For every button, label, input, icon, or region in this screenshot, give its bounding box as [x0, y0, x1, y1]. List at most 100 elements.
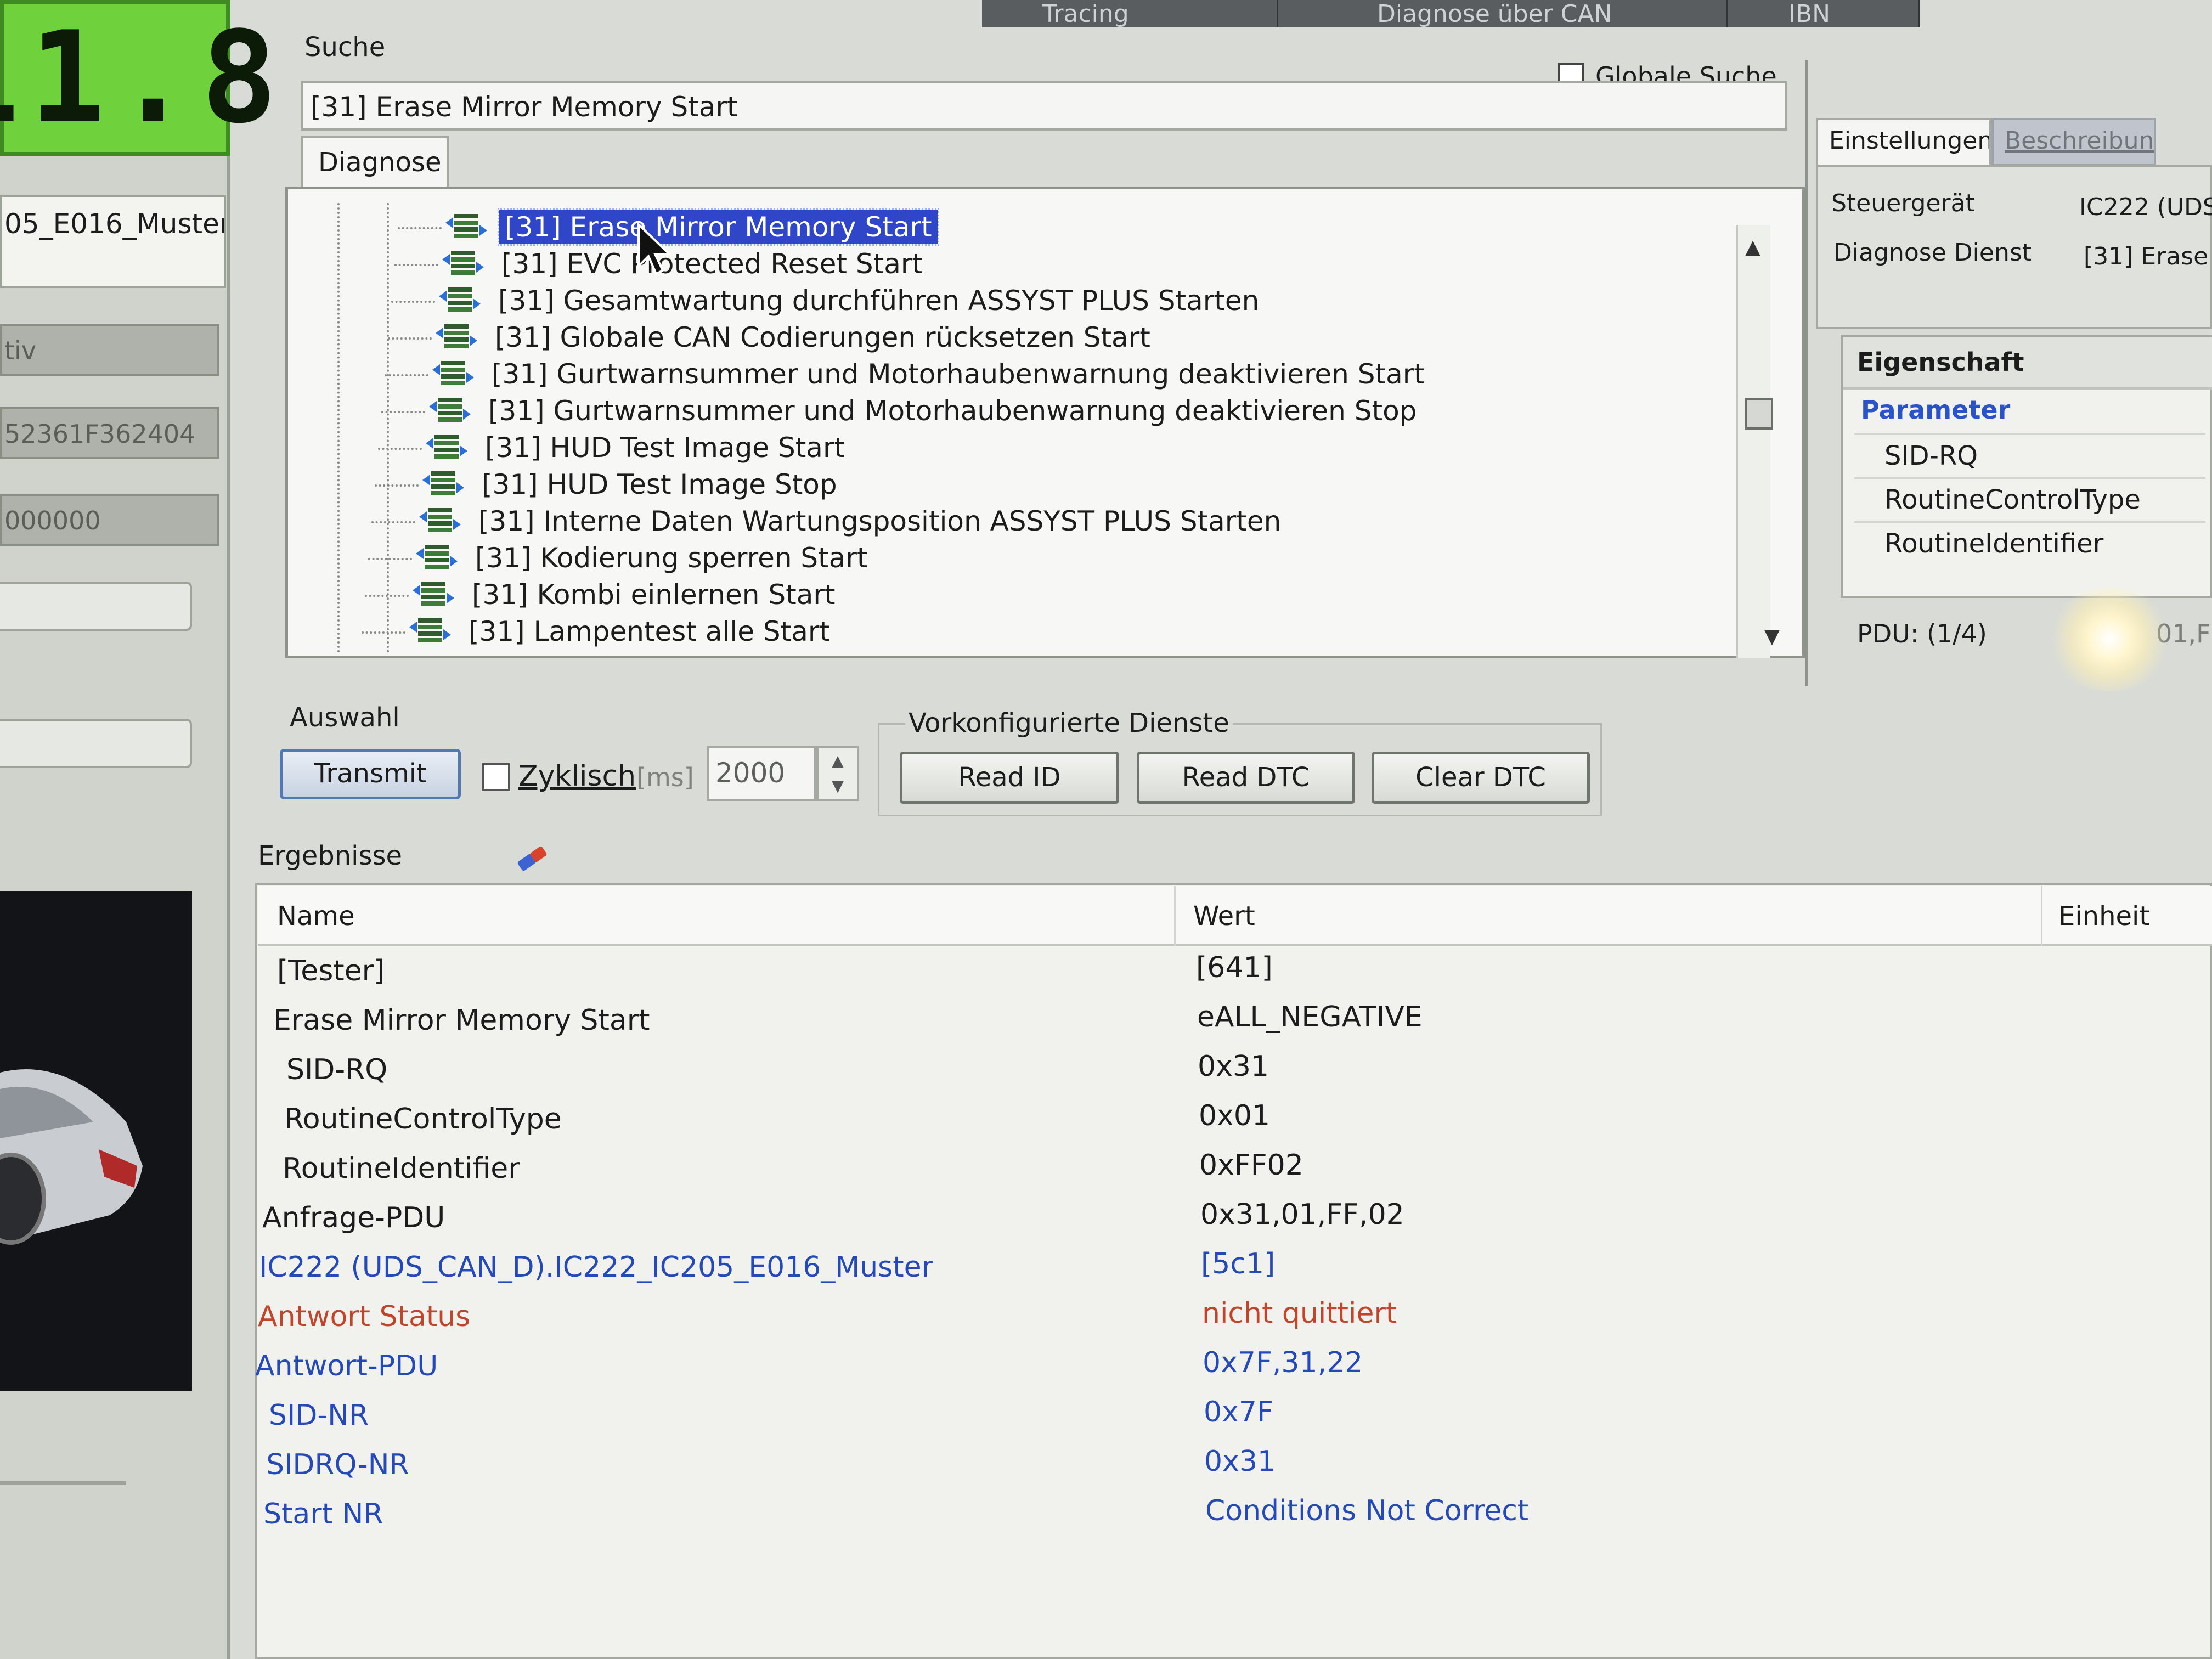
property-item[interactable]: SID-RQ [1854, 433, 2205, 477]
scroll-up-icon[interactable]: ▲ [1742, 236, 1764, 258]
setting-label-diagnose-dienst: Diagnose Dienst [1833, 239, 2032, 267]
tree-item[interactable]: [31] Gurtwarnsummer und Motorhaubenwarnu… [385, 356, 1430, 393]
left-divider [0, 1481, 126, 1485]
tab-einstellungen[interactable]: Einstellungen [1816, 118, 1991, 166]
tree-item[interactable]: [31] Globale CAN Codierungen rücksetzen … [388, 319, 1156, 356]
search-input[interactable]: [31] Erase Mirror Memory Start [301, 81, 1787, 131]
top-tab-ibn[interactable]: IBN [1728, 0, 1920, 27]
result-row-value[interactable]: Conditions Not Correct [1205, 1494, 1528, 1527]
tree-item-label: [31] HUD Test Image Start [485, 432, 845, 464]
col-header-value[interactable]: Wert [1193, 901, 1255, 932]
interval-spinner[interactable]: ▲ ▼ [816, 746, 859, 801]
col-divider[interactable] [1174, 886, 1176, 946]
tree-item-label: [31] Interne Daten Wartungsposition ASSY… [478, 505, 1282, 537]
service-icon [442, 251, 484, 275]
result-row-name[interactable]: SID-RQ [286, 1053, 387, 1086]
tree-item[interactable]: [31] Gesamtwartung durchführen ASSYST PL… [391, 282, 1265, 319]
tab-diagnose[interactable]: Diagnose [301, 136, 449, 187]
tree-item[interactable]: [31] Interne Daten Wartungsposition ASSY… [371, 503, 1286, 540]
result-row-name[interactable]: SID-NR [269, 1399, 369, 1432]
result-row-value[interactable]: [5c1] [1201, 1248, 1275, 1280]
vehicle-image [0, 891, 192, 1391]
result-row-value[interactable]: 0x31 [1204, 1445, 1276, 1478]
setting-value-diagnose-dienst: [31] Erase M [2084, 242, 2212, 270]
service-icon [409, 618, 451, 642]
top-tab-diagnose-can[interactable]: Diagnose über CAN [1278, 0, 1728, 27]
spinner-up-icon[interactable]: ▲ [819, 748, 857, 774]
property-item[interactable]: RoutineIdentifier [1854, 521, 2205, 565]
service-icon [439, 287, 481, 312]
tree-item-label: [31] EVC Protected Reset Start [501, 248, 923, 280]
tree-item[interactable]: [31] Gurtwarnsummer und Motorhaubenwarnu… [381, 392, 1422, 430]
transmit-button[interactable]: Transmit [280, 749, 461, 799]
result-row-value[interactable]: nicht quittiert [1202, 1297, 1397, 1330]
tree-item[interactable]: [31] HUD Test Image Start [378, 429, 850, 466]
setting-label-steuergeraet: Steuergerät [1831, 189, 1975, 217]
property-header: Eigenschaft [1843, 337, 2212, 390]
service-icon [432, 361, 474, 385]
result-row-name[interactable]: Antwort Status [258, 1300, 470, 1333]
result-row-name[interactable]: IC222 (UDS_CAN_D).IC222_IC205_E016_Muste… [259, 1251, 933, 1284]
service-icon [413, 582, 454, 606]
tree-item[interactable]: [31] Lampentest alle Start [362, 613, 836, 650]
left-field-3: 000000 [0, 494, 219, 546]
tree-item[interactable]: [31] Erase Mirror Memory Start [398, 208, 939, 246]
search-label: Suche [304, 32, 386, 63]
result-row-name[interactable]: [Tester] [277, 955, 385, 988]
result-row-value[interactable]: [641] [1196, 951, 1273, 984]
setting-value-steuergeraet: IC222 (UDS_ [2079, 193, 2212, 221]
col-header-name[interactable]: Name [277, 901, 355, 932]
col-header-unit[interactable]: Einheit [2058, 901, 2149, 932]
interval-input[interactable]: 2000 [707, 746, 816, 801]
clear-dtc-button[interactable]: Clear DTC [1372, 752, 1590, 804]
result-row-name[interactable]: Erase Mirror Memory Start [273, 1004, 650, 1037]
service-icon [419, 508, 461, 532]
tree-item-label: [31] Gurtwarnsummer und Motorhaubenwarnu… [488, 395, 1417, 427]
result-row-name[interactable]: RoutineControlType [284, 1103, 562, 1136]
tree-item[interactable]: [31] Kombi einlernen Start [365, 576, 841, 613]
result-row-value[interactable]: 0x7F [1204, 1396, 1273, 1429]
service-icon [429, 398, 471, 422]
eraser-icon[interactable] [513, 842, 551, 875]
result-row-value[interactable]: 0x31 [1198, 1050, 1269, 1083]
result-row-value[interactable]: 0x01 [1199, 1099, 1270, 1132]
tree-item-label: [31] HUD Test Image Stop [482, 469, 837, 500]
tree-item-label: [31] Globale CAN Codierungen rücksetzen … [495, 321, 1150, 353]
result-row-name[interactable]: SIDRQ-NR [266, 1448, 409, 1481]
property-item[interactable]: RoutineControlType [1854, 477, 2205, 521]
voltage-display: 11.8 [0, 0, 277, 156]
col-divider[interactable] [2041, 886, 2042, 946]
service-tree: [31] Erase Mirror Memory Start [31] EVC P… [307, 203, 1756, 653]
read-id-button[interactable]: Read ID [900, 752, 1119, 804]
mouse-cursor-icon [637, 222, 672, 275]
left-action-bar-2[interactable] [0, 719, 192, 768]
result-row-name[interactable]: Start NR [263, 1498, 383, 1531]
tree-item[interactable]: [31] EVC Protected Reset Start [394, 245, 928, 283]
top-tab-tracing[interactable]: Tracing [982, 0, 1278, 27]
result-row-value[interactable]: 0x7F,31,22 [1203, 1346, 1363, 1379]
service-icon [416, 545, 458, 569]
result-row-value[interactable]: 0x31,01,FF,02 [1200, 1198, 1404, 1231]
zyklisch-label[interactable]: Zyklisch [518, 760, 636, 793]
tree-item[interactable]: [31] Kodierung sperren Start [368, 539, 873, 577]
result-row-name[interactable]: RoutineIdentifier [283, 1152, 520, 1185]
result-row-name[interactable]: Anfrage-PDU [262, 1201, 445, 1234]
tab-beschreibung[interactable]: Beschreibung [1991, 118, 2156, 166]
service-icon [422, 471, 464, 495]
read-dtc-button[interactable]: Read DTC [1137, 752, 1355, 804]
ms-unit-label: [ms] [636, 763, 694, 792]
tree-item-label: [31] Kodierung sperren Start [475, 542, 868, 574]
zyklisch-checkbox[interactable] [482, 763, 510, 791]
service-icon [445, 214, 487, 238]
spinner-down-icon[interactable]: ▼ [819, 774, 857, 799]
result-row-value[interactable]: eALL_NEGATIVE [1197, 1001, 1423, 1034]
result-row-name[interactable]: Antwort-PDU [255, 1350, 438, 1383]
left-action-bar-1[interactable] [0, 582, 192, 631]
result-row-value[interactable]: 0xFF02 [1199, 1149, 1304, 1182]
left-field-1: tiv [0, 324, 219, 376]
property-category-parameter[interactable]: Parameter [1861, 395, 2010, 425]
scroll-thumb[interactable] [1745, 398, 1773, 430]
tree-scrollbar[interactable] [1736, 225, 1770, 658]
tree-item[interactable]: [31] HUD Test Image Stop [375, 466, 843, 503]
scroll-down-icon[interactable]: ▼ [1761, 625, 1783, 648]
